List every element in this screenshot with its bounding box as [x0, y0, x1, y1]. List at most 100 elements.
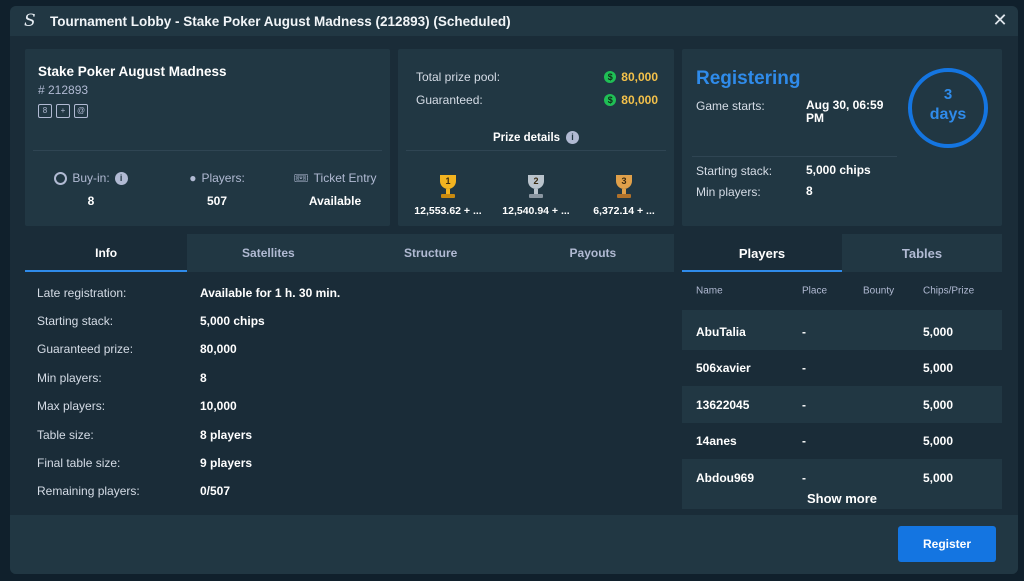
- bronze-trophy-icon: 3: [611, 175, 637, 199]
- info-row-label: Final table size:: [37, 456, 121, 470]
- prize-details-header: Prize details i: [398, 131, 674, 144]
- countdown-unit: days: [929, 106, 967, 123]
- tournament-summary-panel: Stake Poker August Madness # 212893 8 + …: [25, 49, 390, 226]
- player-chips: 5,000: [923, 471, 954, 485]
- column-header-name[interactable]: Name: [696, 286, 723, 297]
- tournament-id: # 212893: [38, 83, 89, 97]
- starting-stack-label: Starting stack:: [696, 164, 773, 178]
- min-players-value: 8: [806, 184, 813, 198]
- buy-in-value: 8: [87, 194, 95, 208]
- total-prize-value: 80,000: [621, 70, 658, 84]
- divider: [692, 156, 897, 157]
- info-row-label: Max players:: [37, 399, 106, 413]
- info-icon[interactable]: i: [114, 171, 128, 185]
- player-name: AbuTalia: [696, 325, 746, 339]
- column-header-chips[interactable]: Chips/Prize: [923, 286, 974, 297]
- info-tabs: Info Satellites Structure Payouts: [25, 234, 674, 272]
- guaranteed-row: Guaranteed: $80,000: [416, 93, 658, 107]
- table-row[interactable]: 14anes - 5,000: [682, 423, 1002, 459]
- window-title: Tournament Lobby - Stake Poker August Ma…: [50, 13, 511, 29]
- info-row-value: 0/507: [200, 484, 231, 498]
- player-chips: 5,000: [923, 434, 954, 448]
- info-row-value: 9 players: [200, 456, 253, 470]
- info-row-value: 80,000: [200, 342, 237, 356]
- buy-in-stat: Buy-in: i 8: [41, 171, 141, 208]
- coin-icon: $: [604, 94, 617, 106]
- divider: [406, 150, 666, 151]
- info-body: Late registration: Available for 1 h. 30 …: [25, 272, 674, 509]
- tab-info[interactable]: Info: [25, 234, 188, 272]
- info-row-value: Available for 1 h. 30 min.: [200, 286, 341, 300]
- player-name: 14anes: [696, 434, 737, 448]
- info-row-value: 8: [200, 371, 207, 385]
- tournament-badges: 8 + @: [38, 104, 88, 118]
- ticket-entry-stat: 🎟 Ticket Entry Available: [280, 171, 390, 208]
- countdown-number: 3: [943, 86, 953, 103]
- total-prize-row: Total prize pool: $80,000: [416, 70, 658, 84]
- player-chips: 5,000: [923, 361, 954, 375]
- tab-payouts[interactable]: Payouts: [512, 234, 674, 272]
- info-row-label: Starting stack:: [37, 314, 114, 328]
- info-row-value: 10,000: [200, 399, 237, 413]
- column-header-bounty[interactable]: Bounty: [863, 286, 894, 297]
- silver-trophy-icon: 2: [523, 175, 549, 199]
- player-name: 506xavier: [696, 361, 751, 375]
- table-row[interactable]: 13622045 - 5,000: [682, 387, 1002, 423]
- players-panel: Players Tables Name Place Bounty Chips/P…: [682, 234, 1002, 509]
- prize-amount: 6,372.14 + ...: [593, 205, 655, 217]
- tournament-lobby-modal: S Tournament Lobby - Stake Poker August …: [10, 6, 1018, 574]
- chip-badge-icon: +: [56, 104, 70, 118]
- prize-pool-panel: Total prize pool: $80,000 Guaranteed: $8…: [398, 49, 674, 226]
- close-icon[interactable]: ✕: [990, 10, 1010, 30]
- info-row-label: Remaining players:: [37, 484, 140, 498]
- guaranteed-label: Guaranteed:: [416, 93, 483, 107]
- prize-amount: 12,553.62 + ...: [414, 205, 482, 217]
- registration-status: Registering: [696, 68, 801, 89]
- gold-trophy-icon: 1: [435, 175, 461, 199]
- player-name: 13622045: [696, 398, 750, 412]
- countdown-circle: 3 days: [908, 68, 988, 148]
- tournament-name: Stake Poker August Madness: [38, 64, 227, 79]
- chip-icon: [54, 171, 68, 185]
- ticket-icon: 🎟: [293, 171, 309, 185]
- tab-tables[interactable]: Tables: [842, 234, 1002, 272]
- column-header-place[interactable]: Place: [802, 286, 827, 297]
- player-chips: 5,000: [923, 325, 954, 339]
- info-panel: Info Satellites Structure Payouts Late r…: [25, 234, 674, 509]
- prize-amount: 12,540.94 + ...: [502, 205, 570, 217]
- info-row-label: Late registration:: [37, 286, 127, 300]
- tab-structure[interactable]: Structure: [350, 234, 512, 272]
- register-button[interactable]: Register: [898, 526, 996, 562]
- tab-players[interactable]: Players: [682, 234, 842, 272]
- info-icon[interactable]: i: [566, 131, 580, 144]
- info-row-value: 8 players: [200, 428, 253, 442]
- players-stat: ● Players: 507: [167, 171, 267, 208]
- prize-place-2: 2 12,540.94 + ...: [492, 175, 580, 217]
- player-name: Abdou969: [696, 471, 755, 485]
- prize-details-label: Prize details: [492, 131, 561, 144]
- players-value: 507: [206, 194, 228, 208]
- info-row-label: Table size:: [37, 428, 94, 442]
- game-starts-value: Aug 30, 06:59 PM: [806, 98, 884, 125]
- status-panel: Registering Game starts: Aug 30, 06:59 P…: [682, 49, 1002, 226]
- player-place: -: [802, 434, 806, 448]
- players-table-header: Name Place Bounty Chips/Prize: [682, 272, 1002, 310]
- players-tabs: Players Tables: [682, 234, 1002, 272]
- player-place: -: [802, 471, 806, 485]
- info-row-label: Guaranteed prize:: [37, 342, 134, 356]
- divider: [33, 150, 382, 151]
- total-prize-label: Total prize pool:: [416, 70, 501, 84]
- buy-in-label: Buy-in:: [72, 171, 110, 185]
- stake-logo-icon: S: [24, 11, 36, 31]
- 8-max-badge-icon: 8: [38, 104, 52, 118]
- players-label: Players:: [201, 171, 245, 185]
- table-row[interactable]: AbuTalia - 5,000: [682, 314, 1002, 350]
- ticket-entry-value: Available: [308, 194, 362, 208]
- show-more-button[interactable]: Show more: [682, 491, 1002, 506]
- footer-bar: Register: [10, 515, 1018, 574]
- ticket-entry-label: Ticket Entry: [313, 171, 377, 185]
- table-row[interactable]: 506xavier - 5,000: [682, 350, 1002, 386]
- player-place: -: [802, 325, 806, 339]
- prize-place-3: 3 6,372.14 + ...: [580, 175, 668, 217]
- tab-satellites[interactable]: Satellites: [187, 234, 349, 272]
